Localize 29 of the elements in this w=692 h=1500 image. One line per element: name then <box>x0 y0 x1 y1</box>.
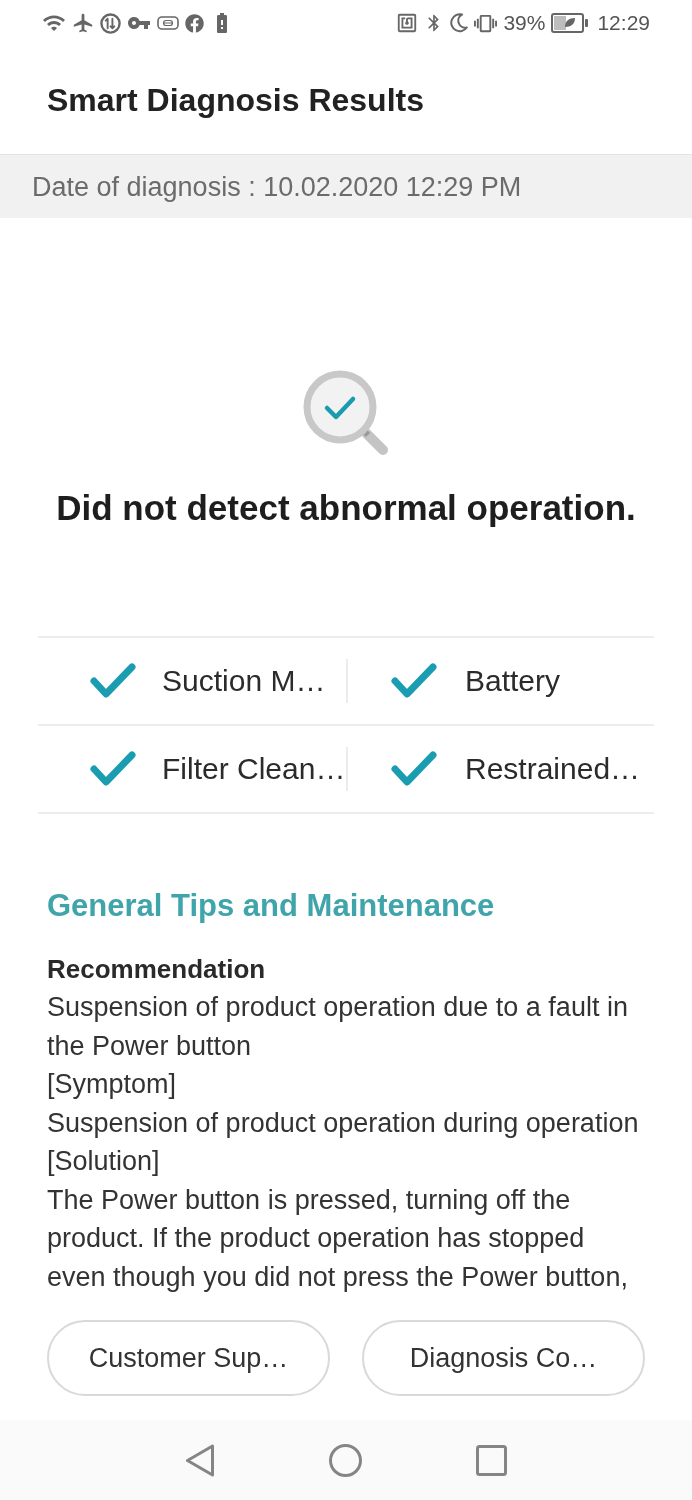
check-label: Restrained… <box>465 751 641 787</box>
body-text: [Symptom] <box>47 1068 178 1101</box>
battery-percent: 39% <box>503 11 546 35</box>
body-text: [Solution] <box>47 1145 161 1178</box>
section-title: General Tips and Maintenance <box>46 887 496 925</box>
screen-title: Smart Diagnosis Results <box>47 81 424 120</box>
moon-icon <box>450 13 469 33</box>
facebook-icon <box>185 13 204 33</box>
nfc-icon <box>396 12 419 34</box>
body-text: The Power button is pressed, turning off the product. If the product operation has stopped even though you did not press the Power button, <box>47 1183 629 1294</box>
check-label: Battery <box>465 663 561 699</box>
status-time: 12:29 <box>597 11 650 35</box>
check-label: Suction M… <box>162 663 326 699</box>
airplane-icon <box>72 12 94 34</box>
footer-button[interactable]: Diagnosis Co… <box>362 1320 645 1396</box>
home-icon[interactable] <box>329 1443 362 1477</box>
back-icon[interactable] <box>185 1443 215 1477</box>
circle-arrows-icon <box>100 12 121 34</box>
check-label: Filter Clean… <box>162 751 346 787</box>
recommendation-heading: Recommendation <box>46 953 267 986</box>
body-text: Suspension of product operation during operation <box>47 1106 640 1140</box>
diagnosis-date: Date of diagnosis : 10.02.2020 12:29 PM <box>32 170 522 204</box>
card-icon <box>157 16 179 30</box>
footer-button[interactable]: Customer Sup… <box>47 1320 330 1396</box>
battery-icon <box>551 13 590 33</box>
recents-icon[interactable] <box>476 1444 507 1476</box>
magnifier-check-icon <box>303 370 389 456</box>
body-text: Suspension of product operation due to a fault in the Power button <box>47 991 629 1063</box>
result-message: Did not detect abnormal operation. <box>55 488 637 528</box>
